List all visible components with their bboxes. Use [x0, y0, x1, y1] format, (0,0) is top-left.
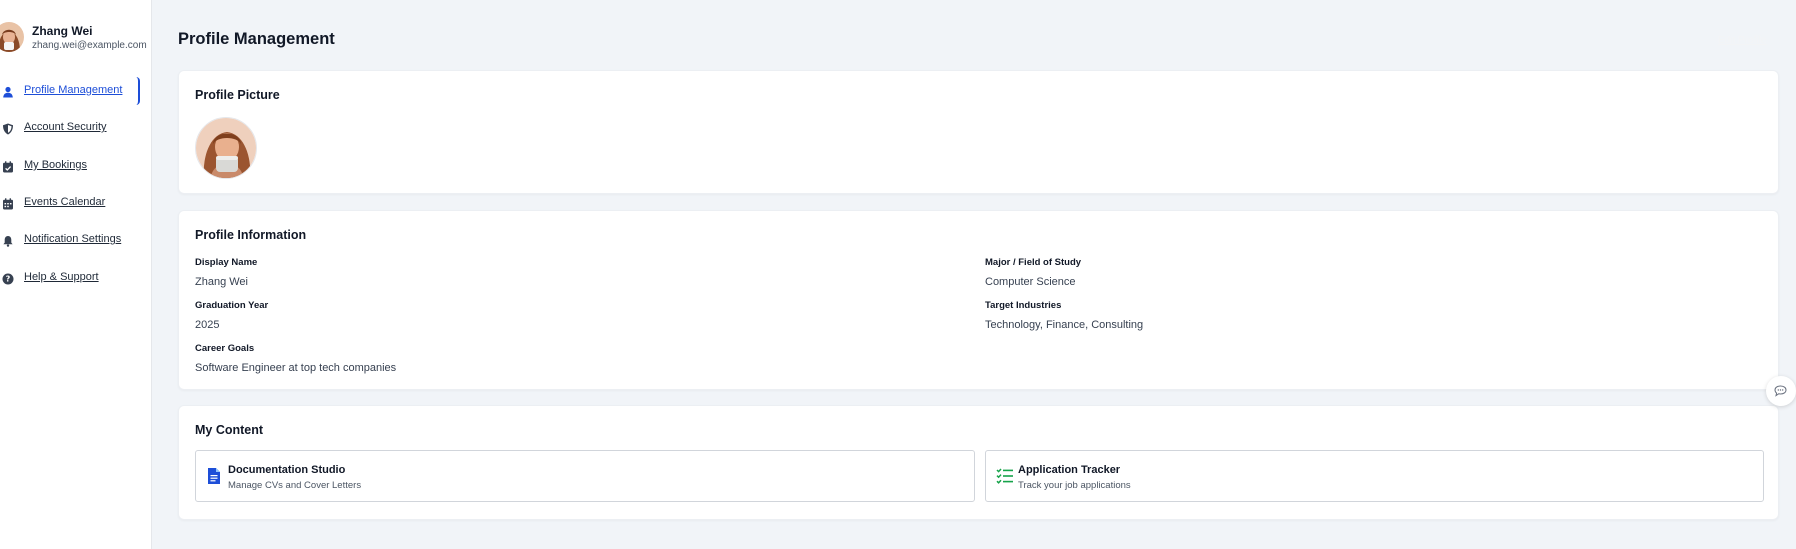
sidebar-item-label: Help & Support	[24, 271, 99, 283]
graduation-year-value: 2025	[195, 319, 220, 331]
checklist-icon	[996, 467, 1013, 485]
sidebar-item-label: Account Security	[24, 121, 107, 133]
tile-title: Application Tracker	[1018, 464, 1121, 476]
user-card[interactable]: Zhang Wei zhang.wei@example.com	[0, 21, 152, 55]
career-goals-label: Career Goals	[195, 343, 255, 354]
sidebar-item-label: Notification Settings	[24, 233, 122, 245]
help-circle-icon: ?	[2, 272, 14, 285]
chat-button[interactable]	[1766, 376, 1796, 406]
application-tracker-tile[interactable]: Application Tracker Track your job appli…	[985, 450, 1764, 502]
my-content-card: My Content Documentation Studio Manage C…	[178, 405, 1779, 520]
display-name-value: Zhang Wei	[195, 276, 248, 288]
page-title: Profile Management	[178, 30, 335, 48]
user-avatar	[0, 22, 24, 52]
profile-picture-card: Profile Picture	[178, 70, 1779, 194]
tile-title: Documentation Studio	[228, 464, 346, 476]
sidebar-item-label: My Bookings	[24, 159, 87, 171]
display-name-field: Display Name Zhang Wei	[195, 257, 257, 288]
target-industries-field: Target Industries Technology, Finance, C…	[985, 300, 1143, 331]
main-content: Profile Management Edit Profile Profile …	[152, 0, 1796, 549]
profile-picture-title: Profile Picture	[195, 88, 280, 102]
career-goals-field: Career Goals Software Engineer at top te…	[195, 343, 396, 374]
sidebar-item-help-support[interactable]: ? Help & Support	[0, 264, 140, 292]
sidebar-item-my-bookings[interactable]: My Bookings	[0, 152, 140, 180]
target-industries-value: Technology, Finance, Consulting	[985, 319, 1144, 331]
major-value: Computer Science	[985, 276, 1076, 288]
calendar-check-icon	[2, 160, 14, 173]
sidebar-item-events-calendar[interactable]: Events Calendar	[0, 189, 140, 217]
chat-bubble-icon	[1774, 385, 1787, 397]
user-icon	[2, 85, 14, 98]
profile-picture[interactable]	[195, 117, 257, 179]
graduation-year-field: Graduation Year 2025	[195, 300, 268, 331]
sidebar-item-profile-management[interactable]: Profile Management	[0, 77, 140, 105]
shield-icon	[2, 122, 14, 135]
major-field: Major / Field of Study Computer Science	[985, 257, 1081, 288]
calendar-icon	[2, 197, 14, 210]
major-label: Major / Field of Study	[985, 257, 1082, 268]
target-industries-label: Target Industries	[985, 300, 1062, 311]
user-name: Zhang Wei	[32, 24, 93, 38]
graduation-year-label: Graduation Year	[195, 300, 269, 311]
sidebar-item-label: Events Calendar	[24, 196, 106, 208]
svg-text:?: ?	[6, 275, 11, 284]
edit-profile-link[interactable]: Edit Profile	[1718, 35, 1766, 46]
sidebar-item-label: Profile Management	[24, 84, 123, 96]
profile-information-card: Profile Information Display Name Zhang W…	[178, 210, 1779, 390]
document-icon	[206, 467, 222, 485]
sidebar: Zhang Wei zhang.wei@example.com Profile …	[0, 0, 152, 549]
sidebar-item-notification-settings[interactable]: Notification Settings	[0, 226, 140, 254]
career-goals-value: Software Engineer at top tech companies	[195, 362, 397, 374]
display-name-label: Display Name	[195, 257, 258, 268]
sidebar-item-account-security[interactable]: Account Security	[0, 114, 140, 142]
profile-information-title: Profile Information	[195, 228, 307, 242]
tile-description: Manage CVs and Cover Letters	[228, 480, 362, 491]
tile-description: Track your job applications	[1018, 480, 1131, 491]
documentation-studio-tile[interactable]: Documentation Studio Manage CVs and Cove…	[195, 450, 975, 502]
user-email: zhang.wei@example.com	[32, 40, 147, 51]
my-content-title: My Content	[195, 423, 264, 437]
bell-icon	[2, 234, 14, 247]
